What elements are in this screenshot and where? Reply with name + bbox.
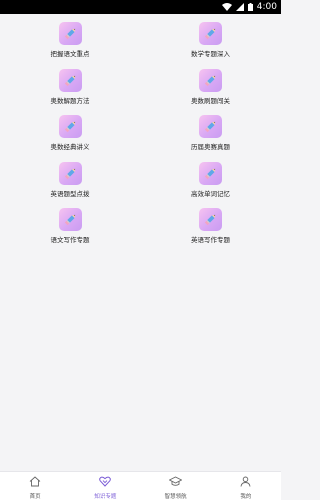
topic-item[interactable]: 高效单词记忆 (140, 158, 281, 205)
nav-knowledge-topics-label: 知识专题 (94, 494, 117, 500)
topic-label: 历届奥赛真题 (191, 143, 230, 151)
topic-item[interactable]: 英语题型点拨 (0, 158, 140, 205)
nav-home-label: 首页 (29, 494, 41, 500)
topic-label: 英语题型点拨 (50, 189, 90, 198)
nav-home[interactable]: 首页 (0, 472, 70, 500)
status-bar: 4:00 (0, 0, 281, 14)
heart-icon (99, 472, 112, 491)
topic-label: 奥数解题方法 (50, 96, 90, 105)
topic-item[interactable]: 把握语文重点 (0, 18, 140, 65)
topic-label: 把握语文重点 (50, 50, 90, 58)
nav-profile-label: 我的 (240, 494, 252, 500)
topic-label: 英语写作专题 (191, 236, 230, 244)
pencil-icon (58, 161, 82, 185)
nav-profile[interactable]: 我的 (211, 472, 281, 500)
topic-label: 数学专题深入 (191, 50, 230, 58)
topic-grid: 把握语文重点 数学专题深入 奥数解题方法 奥数刷题闯关 奥数经典讲义 历届奥赛真… (0, 18, 281, 251)
pencil-icon (58, 115, 82, 138)
pencil-icon (199, 68, 222, 92)
pencil-icon (199, 161, 222, 185)
topic-item[interactable]: 奥数刷题闯关 (140, 65, 281, 112)
topic-label: 语文写作专题 (50, 236, 90, 244)
status-time: 4:00 (256, 2, 277, 12)
nav-wisdom-guide-label: 智慧领航 (164, 494, 187, 500)
topic-label: 奥数经典讲义 (50, 143, 90, 151)
topic-item[interactable]: 奥数经典讲义 (0, 111, 140, 158)
topic-item[interactable]: 语文写作专题 (0, 204, 140, 251)
pencil-icon (58, 22, 82, 45)
bottom-nav: 首页 知识专题 智慧领航 我的 (0, 471, 281, 500)
pencil-icon (58, 208, 82, 231)
pencil-icon (199, 22, 222, 45)
person-icon (240, 472, 251, 491)
pencil-icon (199, 115, 222, 138)
topic-item[interactable]: 数学专题深入 (140, 18, 281, 65)
topic-item[interactable]: 历届奥赛真题 (140, 111, 281, 158)
battery-icon (247, 3, 253, 11)
topic-item[interactable]: 奥数解题方法 (0, 65, 140, 112)
graduation-cap-icon (168, 472, 183, 491)
nav-knowledge-topics[interactable]: 知识专题 (70, 472, 140, 500)
signal-icon (235, 3, 244, 11)
topic-label: 高效单词记忆 (191, 189, 230, 198)
wifi-icon (221, 3, 232, 11)
home-icon (29, 472, 41, 491)
nav-wisdom-guide[interactable]: 智慧领航 (141, 472, 211, 500)
topic-item[interactable]: 英语写作专题 (140, 204, 281, 251)
topic-label: 奥数刷题闯关 (191, 96, 230, 105)
pencil-icon (199, 208, 222, 231)
pencil-icon (58, 68, 82, 92)
